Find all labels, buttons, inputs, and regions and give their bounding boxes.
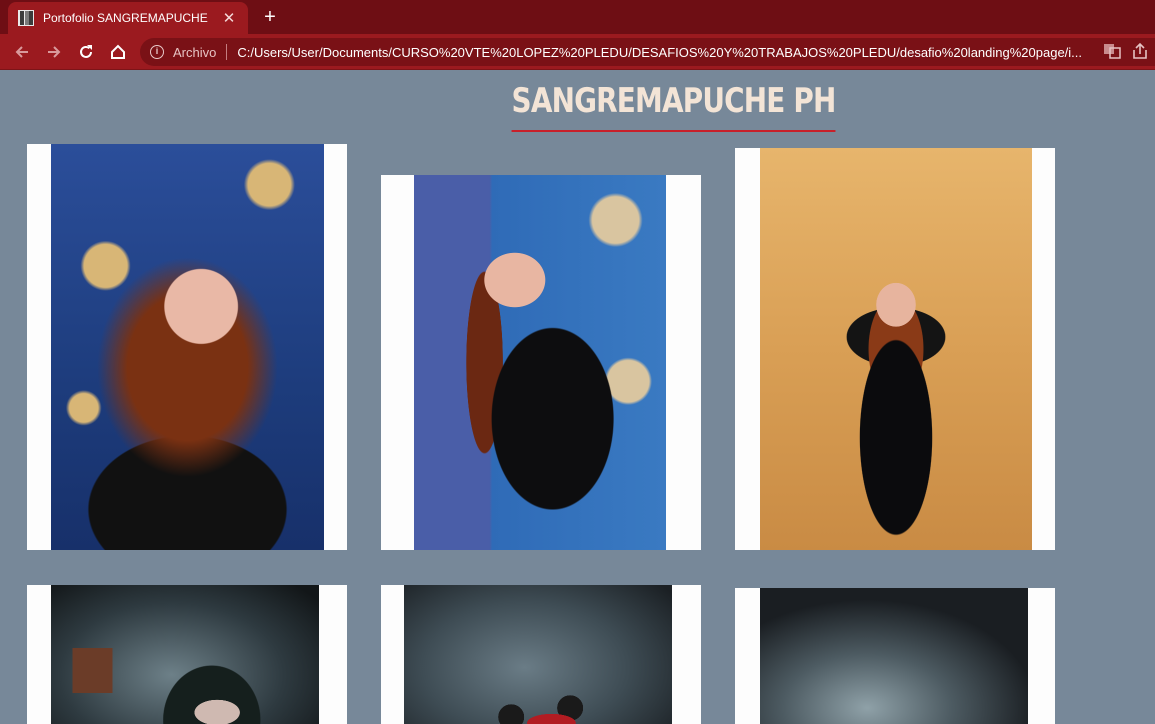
tab-title: Portofolio SANGREMAPUCHE <box>43 11 208 25</box>
back-arrow-icon[interactable] <box>9 39 35 65</box>
url-text[interactable]: C:/Users/User/Documents/CURSO%20VTE%20LO… <box>237 45 1092 60</box>
photo-3 <box>760 148 1032 550</box>
info-icon[interactable]: i <box>150 45 164 59</box>
home-icon[interactable] <box>105 39 131 65</box>
forward-arrow-icon[interactable] <box>41 39 67 65</box>
favicon-icon <box>18 10 34 26</box>
photo-card-2[interactable] <box>381 175 701 550</box>
photo-card-3[interactable] <box>735 148 1055 550</box>
photo-card-4[interactable] <box>27 585 347 724</box>
security-label: Archivo <box>173 44 217 60</box>
page-header: SANGREMAPUCHE PH <box>0 78 1155 132</box>
address-bar[interactable]: i Archivo C:/Users/User/Documents/CURSO%… <box>140 38 1155 66</box>
translate-icon[interactable] <box>1103 42 1121 65</box>
photo-card-6[interactable] <box>735 588 1055 724</box>
address-divider <box>226 44 228 60</box>
photo-6 <box>760 588 1028 724</box>
photo-2 <box>414 175 666 550</box>
photo-card-5[interactable] <box>381 585 701 724</box>
photo-5 <box>404 585 672 724</box>
photo-1 <box>51 144 324 550</box>
photo-4 <box>51 585 319 724</box>
new-tab-button[interactable]: + <box>258 4 282 30</box>
browser-toolbar: i Archivo C:/Users/User/Documents/CURSO%… <box>0 34 1155 70</box>
page-title: SANGREMAPUCHE PH <box>512 78 837 132</box>
tab-strip: Portofolio SANGREMAPUCHE ✕ + <box>0 0 1155 34</box>
address-actions <box>1103 42 1149 65</box>
share-icon[interactable] <box>1131 42 1149 65</box>
reload-icon[interactable] <box>73 39 99 65</box>
photo-card-1[interactable] <box>27 144 347 550</box>
tab-close-icon[interactable]: ✕ <box>220 9 238 27</box>
browser-tab[interactable]: Portofolio SANGREMAPUCHE ✕ <box>8 2 248 34</box>
